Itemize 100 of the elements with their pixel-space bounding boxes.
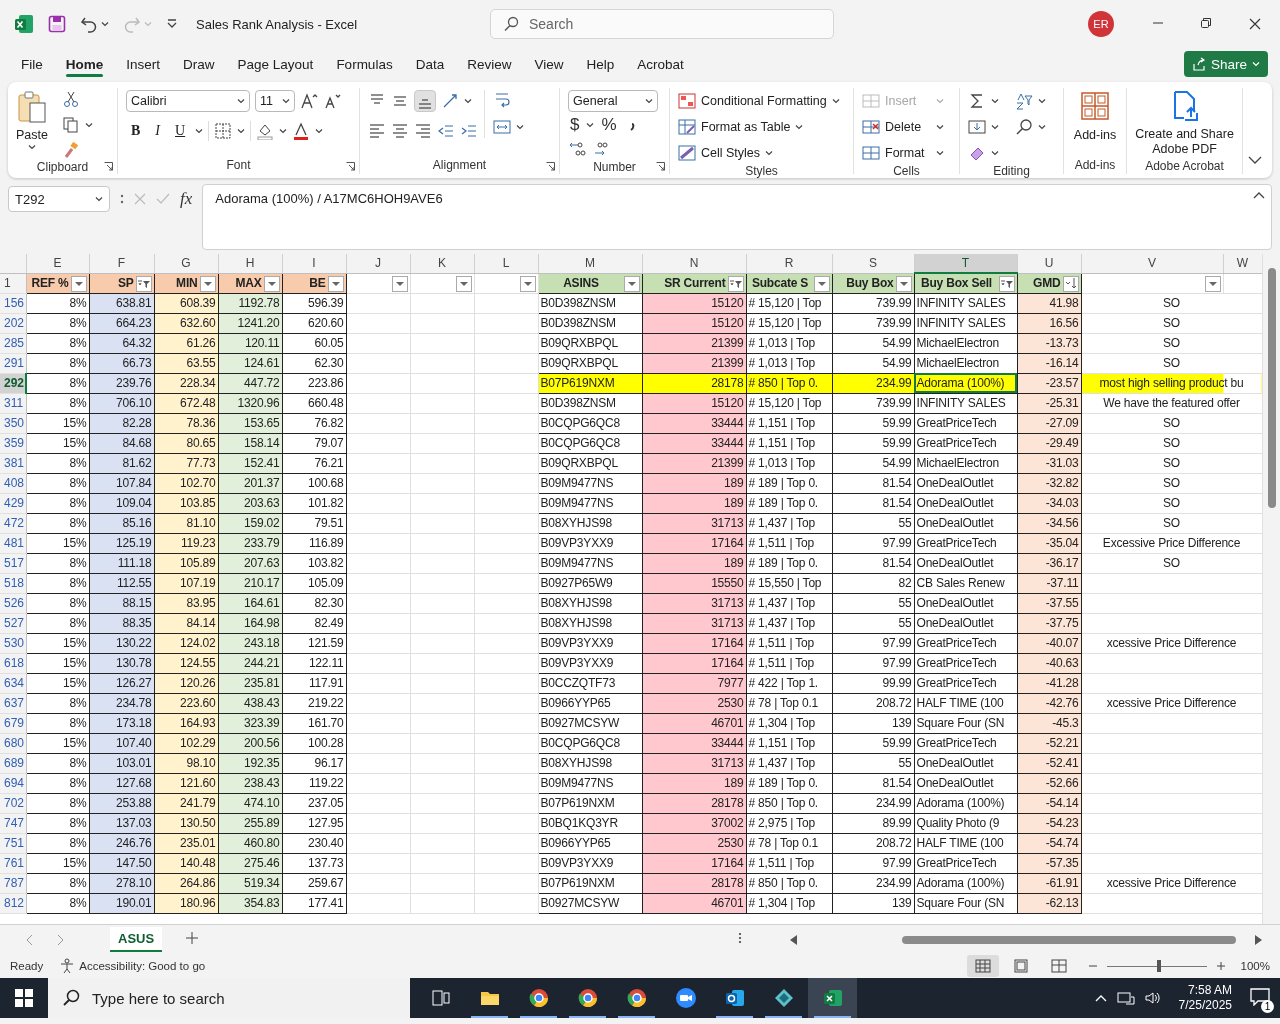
italic-button[interactable]: I (150, 123, 165, 139)
taskbar-search-box[interactable]: Type here to search (48, 978, 410, 1018)
filter-button[interactable] (623, 275, 640, 292)
caret-icon[interactable] (464, 98, 472, 104)
row-header[interactable]: 156 (0, 293, 26, 313)
column-header[interactable]: G (154, 254, 218, 273)
row-header[interactable]: 1 (0, 273, 26, 293)
row-header[interactable]: 292 (0, 373, 26, 393)
font-size-field[interactable]: 11 (255, 90, 295, 112)
clock-date[interactable]: 7/25/2025 (1178, 998, 1232, 1013)
column-header[interactable]: U (1017, 254, 1081, 273)
caret-icon[interactable] (195, 128, 204, 134)
user-avatar[interactable]: ER (1088, 11, 1114, 37)
cells-menu-button[interactable]: Delete (862, 116, 944, 138)
ribbon-tab[interactable]: File (12, 50, 52, 78)
align-left-icon[interactable] (368, 122, 386, 140)
column-header[interactable]: H (218, 254, 282, 273)
row-header[interactable]: 481 (0, 533, 26, 553)
caret-icon[interactable] (1038, 124, 1046, 130)
ribbon-tab[interactable]: Insert (117, 50, 170, 78)
merge-cells-icon[interactable] (493, 118, 511, 136)
accessibility-icon[interactable] (59, 958, 76, 974)
caret-icon[interactable] (991, 150, 999, 156)
caret-icon[interactable] (315, 128, 324, 134)
more-icon[interactable] (120, 193, 124, 205)
filter-button[interactable] (391, 275, 408, 292)
row-header[interactable]: 637 (0, 693, 26, 713)
align-right-icon[interactable] (414, 122, 432, 140)
filter-button[interactable] (199, 275, 216, 292)
ribbon-tab[interactable]: View (525, 50, 573, 78)
accessibility-status[interactable]: Accessibility: Good to go (79, 960, 206, 972)
view-button[interactable] (966, 955, 999, 977)
search-icon[interactable] (1015, 118, 1033, 136)
formula-field[interactable]: Adorama (100%) / A17MC6HOH9AVE6 (202, 184, 1272, 250)
caret-icon[interactable] (991, 124, 999, 130)
filter-button[interactable] (727, 275, 744, 292)
search-box[interactable]: Search (490, 9, 834, 39)
row-header[interactable]: 680 (0, 733, 26, 753)
share-button[interactable]: Share (1183, 51, 1268, 77)
ribbon-tab[interactable]: Formulas (327, 50, 402, 78)
percent-button[interactable]: % (599, 115, 619, 135)
dialog-launcher-icon[interactable] (546, 162, 555, 171)
caret-icon[interactable] (237, 98, 245, 104)
paste-button[interactable]: Paste (16, 90, 48, 150)
row-header[interactable]: 285 (0, 333, 26, 353)
wrap-text-icon[interactable] (493, 90, 511, 108)
create-pdf-button[interactable]: Create and Share Adobe PDF (1135, 90, 1234, 157)
dialog-launcher-icon[interactable] (346, 162, 355, 171)
restore-icon[interactable] (1201, 18, 1211, 28)
filter-button[interactable] (998, 276, 1015, 292)
zoom-level[interactable]: 100% (1240, 960, 1270, 972)
copy-icon[interactable] (62, 116, 80, 134)
increase-indent-icon[interactable] (460, 122, 478, 140)
caret-icon[interactable] (645, 98, 653, 104)
row-header[interactable]: 787 (0, 873, 26, 893)
row-header[interactable]: 702 (0, 793, 26, 813)
row-header[interactable]: 311 (0, 393, 26, 413)
scissors-icon[interactable] (62, 90, 80, 108)
align-center-icon[interactable] (391, 122, 409, 140)
filter-button[interactable] (455, 275, 472, 292)
grow-font-icon[interactable] (300, 92, 318, 110)
row-header[interactable]: 202 (0, 313, 26, 333)
caret-icon[interactable] (935, 150, 944, 156)
filter-button[interactable] (519, 275, 536, 292)
close-icon[interactable] (1249, 18, 1261, 30)
previous-sheet-icon[interactable] (26, 933, 34, 946)
column-header[interactable]: J (346, 254, 410, 273)
row-header[interactable]: 472 (0, 513, 26, 533)
ribbon-tab[interactable]: Home (56, 50, 113, 78)
caret-icon[interactable] (991, 98, 999, 104)
ribbon-tab[interactable]: Review (458, 50, 521, 78)
zoom-slider[interactable] (1104, 960, 1209, 972)
row-header[interactable]: 679 (0, 713, 26, 733)
zoom-in-icon[interactable] (1216, 962, 1225, 970)
shrink-font-icon[interactable] (323, 92, 341, 110)
number-format-field[interactable]: General (568, 90, 658, 112)
volume-icon[interactable] (1144, 991, 1161, 1005)
filter-button[interactable] (70, 275, 87, 292)
row-header[interactable]: 618 (0, 653, 26, 673)
collapse-icon[interactable] (1253, 191, 1265, 199)
network-icon[interactable] (1116, 991, 1135, 1005)
row-header[interactable]: 359 (0, 433, 26, 453)
row-header[interactable]: 381 (0, 453, 26, 473)
ribbon-tab[interactable]: Data (406, 50, 454, 78)
fill-down-icon[interactable] (968, 118, 986, 136)
add-sheet-icon[interactable] (186, 932, 199, 944)
caret-icon[interactable] (85, 122, 93, 128)
column-header[interactable]: L (474, 254, 538, 273)
caret-icon[interactable] (279, 128, 288, 134)
format-painter-icon[interactable] (62, 142, 80, 160)
scroll-left-icon[interactable] (790, 934, 798, 945)
row-header[interactable]: 408 (0, 473, 26, 493)
filter-button[interactable] (263, 275, 280, 292)
increase-decimal-icon[interactable] (568, 140, 586, 158)
filter-button[interactable] (327, 275, 344, 292)
row-header[interactable]: 350 (0, 413, 26, 433)
add-ins-button[interactable]: Add-ins (1072, 90, 1118, 142)
caret-icon[interactable] (831, 98, 840, 104)
row-header[interactable]: 689 (0, 753, 26, 773)
row-header[interactable]: 747 (0, 813, 26, 833)
